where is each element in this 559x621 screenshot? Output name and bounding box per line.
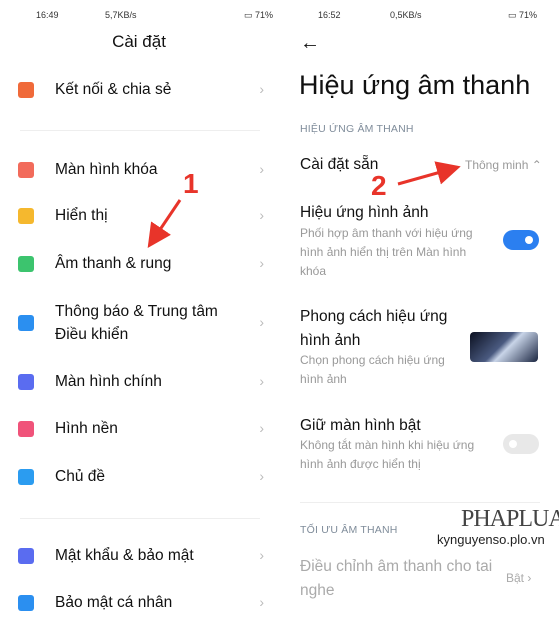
annotation-arrows (147, 161, 461, 248)
arrow-2 (397, 161, 461, 186)
arrow-1 (147, 199, 182, 248)
